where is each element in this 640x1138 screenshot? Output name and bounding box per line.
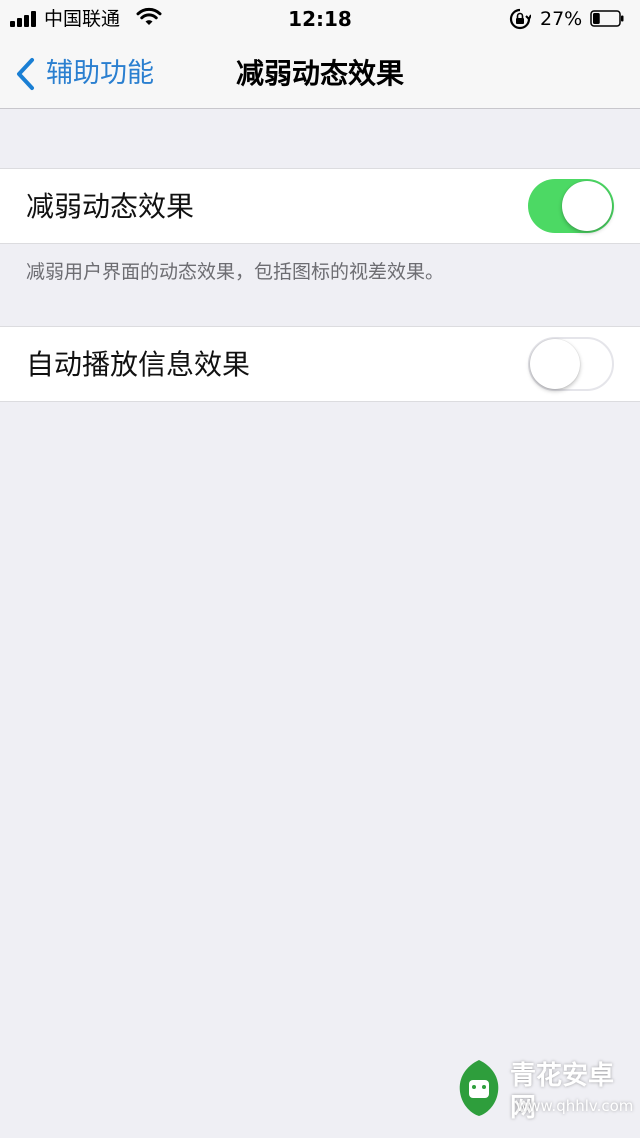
status-bar: 中国联通 12:18 27% [0,0,640,38]
setting-footer-note: 减弱用户界面的动态效果，包括图标的视差效果。 [26,261,445,283]
setting-label: 减弱动态效果 [26,190,195,223]
watermark-url: www.qhhlv.com [516,1097,634,1115]
orientation-lock-icon [509,8,531,30]
battery-icon [590,10,624,27]
page-title: 减弱动态效果 [235,57,404,90]
battery-percent: 27% [540,8,583,30]
watermark: 青花安卓网 www.qhhlv.com [452,1050,634,1130]
setting-row-reduce-motion: 减弱动态效果 [0,168,640,244]
setting-label: 自动播放信息效果 [26,348,251,381]
setting-row-auto-play-message-effects: 自动播放信息效果 [0,326,640,402]
reduce-motion-toggle[interactable] [528,179,614,233]
toggle-knob [530,339,580,389]
auto-play-message-effects-toggle[interactable] [528,337,614,391]
toggle-knob [562,181,612,231]
navigation-bar: 辅助功能 减弱动态效果 [0,38,640,109]
watermark-logo-icon [459,1060,499,1116]
